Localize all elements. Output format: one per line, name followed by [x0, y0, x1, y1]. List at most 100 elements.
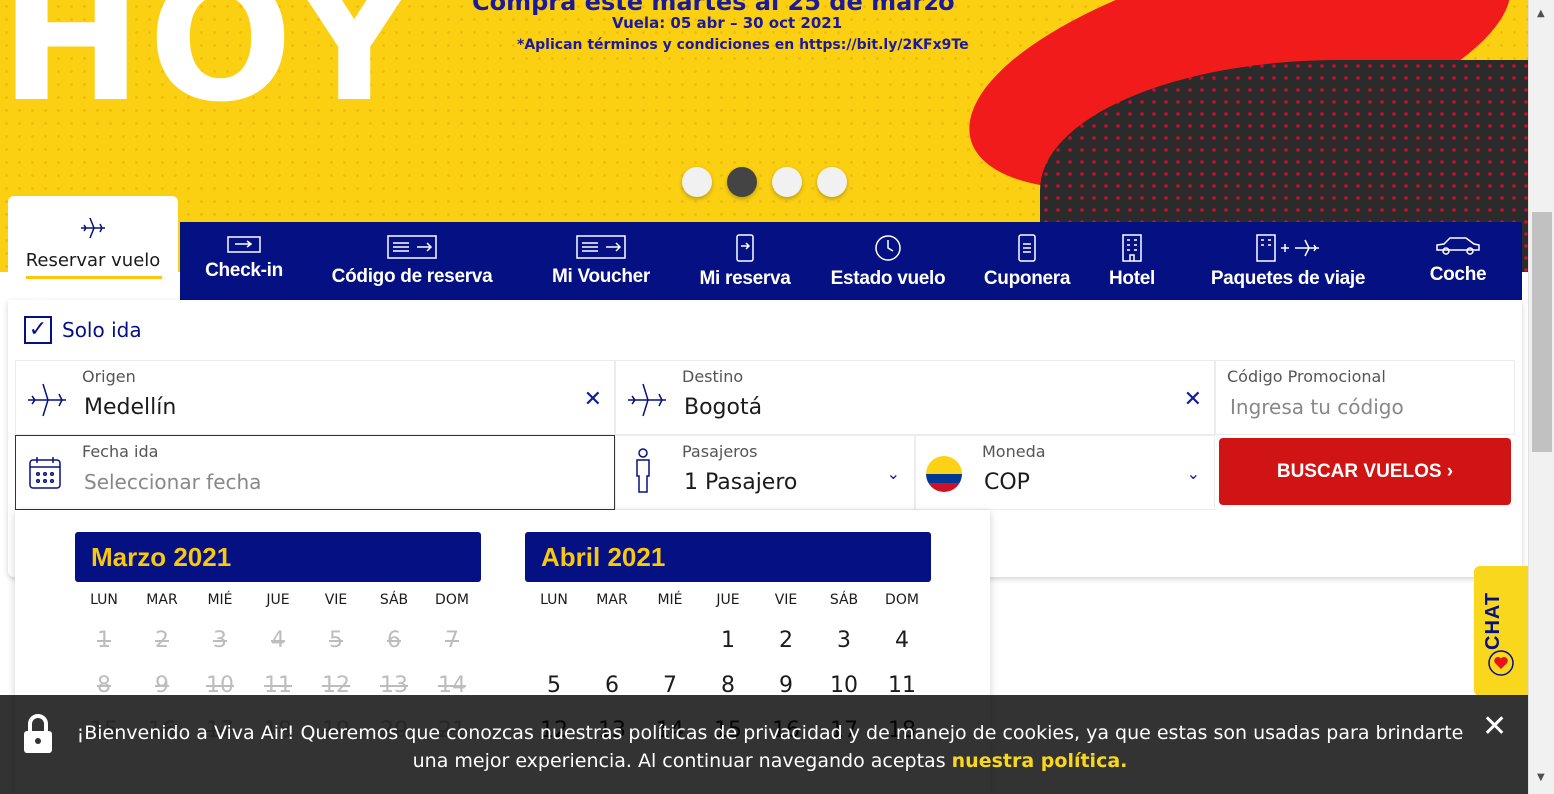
- hotel-icon: [1122, 234, 1142, 262]
- departure-date-label: Fecha ida: [82, 442, 159, 461]
- weekday: JUE: [716, 592, 740, 608]
- promo-code-field[interactable]: Código Promocional Ingresa tu código: [1215, 360, 1515, 435]
- tab-label: Check-in: [205, 260, 283, 281]
- one-way-option[interactable]: ✓ Solo ida: [24, 316, 142, 344]
- close-icon[interactable]: ✕: [1482, 709, 1507, 744]
- tab-coche[interactable]: Coche: [1394, 222, 1522, 300]
- chat-button[interactable]: CHAT: [1474, 566, 1528, 696]
- tab-mi-reserva[interactable]: Mi reserva: [686, 222, 804, 300]
- tab-hotel[interactable]: Hotel: [1082, 222, 1182, 300]
- calendar-day[interactable]: 2: [767, 628, 805, 653]
- currency-field[interactable]: Moneda COP ⌄: [915, 435, 1215, 510]
- calendar-day: 4: [271, 628, 285, 653]
- phone-icon: [736, 234, 754, 262]
- search-flights-button[interactable]: BUSCAR VUELOS ›: [1219, 438, 1511, 505]
- tab-label: Mi reserva: [699, 268, 791, 289]
- passengers-field[interactable]: Pasajeros 1 Pasajero ⌄: [615, 435, 915, 510]
- cookie-text: ¡Bienvenido a Viva Air! Queremos que con…: [76, 722, 1464, 772]
- carousel-dot-1[interactable]: [682, 167, 712, 197]
- destination-field[interactable]: Destino Bogotá ✕: [615, 360, 1215, 435]
- clear-origin-icon[interactable]: ✕: [584, 387, 602, 412]
- calendar-day: 3: [213, 628, 227, 653]
- destination-label: Destino: [682, 367, 744, 386]
- destination-input[interactable]: Bogotá: [684, 395, 762, 420]
- weekday: MIÉ: [657, 592, 683, 608]
- person-icon: [636, 448, 650, 493]
- passengers-select[interactable]: 1 Pasajero: [684, 470, 797, 495]
- mobile-coupon-icon: [1018, 234, 1036, 262]
- departure-date-input[interactable]: Seleccionar fecha: [84, 470, 261, 494]
- one-way-label: Solo ida: [62, 318, 142, 342]
- passengers-label: Pasajeros: [682, 442, 758, 461]
- carousel-dot-4[interactable]: [817, 167, 847, 197]
- tab-mi-voucher[interactable]: Mi Voucher: [516, 222, 686, 300]
- weekday: VIE: [774, 592, 798, 608]
- calendar-day[interactable]: 3: [825, 628, 863, 653]
- package-icon: [1256, 234, 1319, 262]
- clear-destination-icon[interactable]: ✕: [1184, 387, 1202, 412]
- promo-code-label: Código Promocional: [1227, 367, 1386, 386]
- origin-label: Origen: [82, 367, 136, 386]
- lock-icon: [24, 714, 52, 753]
- voucher-icon: [576, 235, 626, 259]
- chevron-down-icon[interactable]: ⌄: [1187, 464, 1200, 483]
- banner-travel-dates: Vuela: 05 abr – 30 oct 2021: [612, 14, 843, 32]
- week-row: 8 9 10 11 12 13 14: [75, 653, 481, 698]
- ticket-icon: [387, 235, 437, 259]
- one-way-checkbox[interactable]: ✓: [24, 316, 52, 344]
- tab-paquetes[interactable]: Paquetes de viaje: [1182, 222, 1394, 300]
- weekday: MAR: [596, 592, 628, 608]
- weekday: DOM: [885, 592, 919, 608]
- tab-label: Hotel: [1108, 268, 1155, 289]
- origin-input[interactable]: Medellín: [84, 395, 176, 420]
- booking-tabs: Check-in Código de reserva Mi Voucher Mi…: [180, 222, 1522, 300]
- calendar-day: 5: [329, 628, 343, 653]
- weekday: VIE: [324, 592, 348, 608]
- carousel-dot-3[interactable]: [772, 167, 802, 197]
- carousel-dot-2[interactable]: [727, 167, 757, 197]
- cookie-message: ¡Bienvenido a Viva Air! Queremos que con…: [60, 719, 1480, 775]
- scroll-up-icon[interactable]: ▲: [1537, 8, 1545, 19]
- banner-terms-text: *Aplican términos y condiciones en: [517, 37, 800, 53]
- tab-label: Coche: [1429, 264, 1487, 285]
- calendar-icon: [29, 457, 61, 489]
- active-tab-underline: [26, 276, 162, 279]
- banner-terms: *Aplican términos y condiciones en https…: [517, 37, 969, 53]
- plane-icon: [28, 383, 66, 417]
- tab-label: Reservar vuelo: [25, 250, 161, 271]
- colombia-flag-icon: [926, 456, 962, 492]
- week-row: 5 6 7 8 9 10 11: [525, 653, 931, 698]
- banner-terms-link[interactable]: https://bit.ly/2KFx9Te: [799, 37, 969, 53]
- privacy-policy-link[interactable]: nuestra política.: [952, 750, 1128, 772]
- currency-select[interactable]: COP: [984, 470, 1030, 495]
- origin-field[interactable]: Origen Medellín ✕: [15, 360, 615, 435]
- weekday: JUE: [266, 592, 290, 608]
- week-row: 1 2 3 4 5 6 7: [75, 608, 481, 653]
- calendar-day[interactable]: 1: [709, 628, 747, 653]
- calendar-day[interactable]: 4: [883, 628, 921, 653]
- tab-cuponera[interactable]: Cuponera: [972, 222, 1082, 300]
- departure-date-field[interactable]: Fecha ida Seleccionar fecha: [15, 435, 615, 510]
- plane-icon: [628, 383, 666, 417]
- banner-headline: HOY: [0, 0, 422, 140]
- tab-label: Código de reserva: [331, 266, 493, 287]
- tab-estado-vuelo[interactable]: Estado vuelo: [804, 222, 972, 300]
- promo-code-input[interactable]: Ingresa tu código: [1230, 395, 1404, 419]
- month-title: Abril 2021: [525, 532, 931, 582]
- scrollbar-thumb[interactable]: [1532, 212, 1552, 452]
- chevron-down-icon[interactable]: ⌄: [887, 464, 900, 483]
- car-icon: [1436, 237, 1480, 255]
- tab-check-in[interactable]: Check-in: [180, 222, 308, 300]
- tab-codigo-reserva[interactable]: Código de reserva: [308, 222, 516, 300]
- calendar-day: 7: [445, 628, 459, 653]
- week-row: 1 2 3 4: [525, 608, 931, 653]
- page-scrollbar[interactable]: ▲ ▼: [1528, 0, 1554, 794]
- tab-reservar-vuelo[interactable]: Reservar vuelo: [8, 196, 178, 300]
- scroll-down-icon[interactable]: ▼: [1537, 772, 1545, 783]
- weekday: LUN: [540, 592, 568, 608]
- tab-label: Estado vuelo: [830, 268, 946, 289]
- weekday: SÁB: [379, 592, 409, 608]
- cookie-banner: ¡Bienvenido a Viva Air! Queremos que con…: [0, 695, 1528, 794]
- weekday-row: LUN MAR MIÉ JUE VIE SÁB DOM: [525, 582, 931, 608]
- month-title: Marzo 2021: [75, 532, 481, 582]
